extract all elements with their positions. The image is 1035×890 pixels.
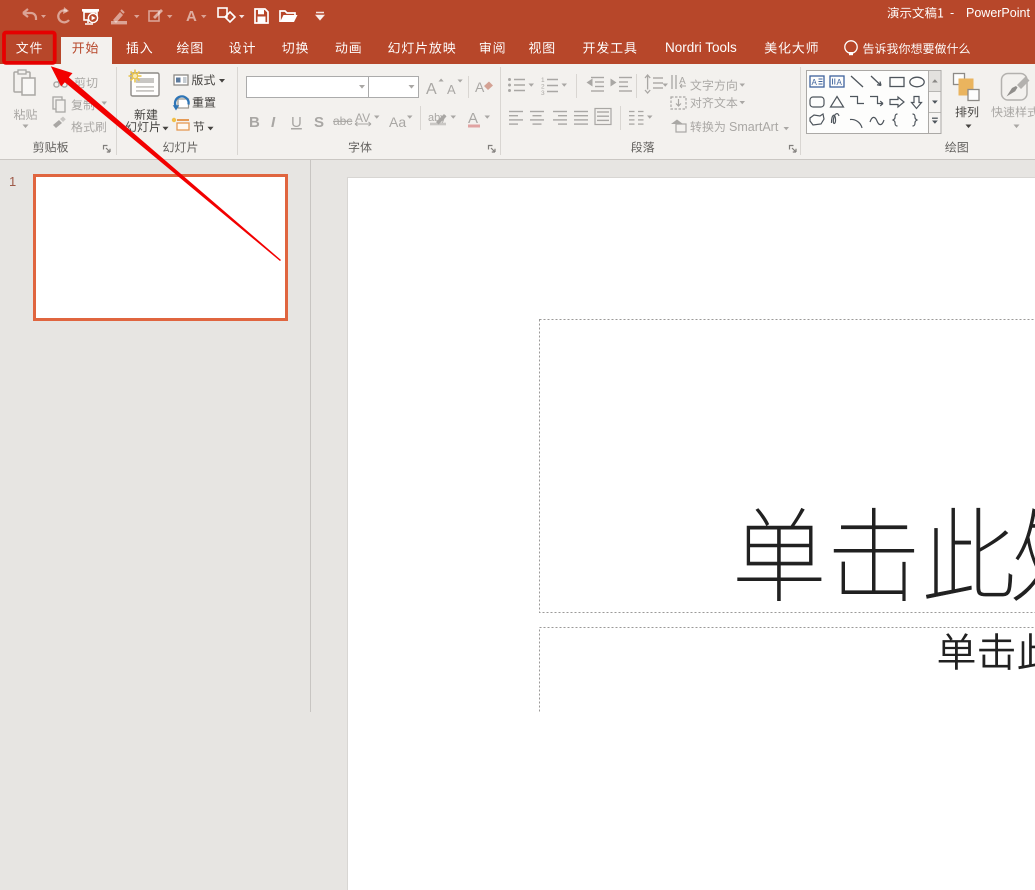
svg-text:-: - [950, 6, 954, 20]
svg-text:Aa: Aa [389, 114, 406, 130]
svg-text:SmartArt: SmartArt [729, 120, 779, 134]
svg-text:A: A [426, 81, 437, 98]
svg-text:3: 3 [541, 90, 545, 97]
svg-text:U: U [291, 114, 302, 131]
svg-text:A: A [447, 82, 456, 97]
svg-text:A: A [468, 110, 478, 127]
svg-text:B: B [249, 114, 260, 131]
svg-text:A: A [475, 79, 485, 95]
svg-text:abc: abc [333, 114, 352, 128]
svg-text:A: A [812, 78, 818, 87]
svg-text:1: 1 [9, 174, 16, 189]
svg-text:PowerPoint: PowerPoint [966, 6, 1030, 20]
svg-text:A: A [837, 78, 843, 87]
svg-text:AV: AV [355, 111, 370, 125]
svg-text:S: S [314, 114, 324, 131]
svg-text:I: I [271, 114, 276, 131]
svg-text:A: A [186, 8, 197, 25]
svg-text:Nordri Tools: Nordri Tools [665, 40, 737, 55]
